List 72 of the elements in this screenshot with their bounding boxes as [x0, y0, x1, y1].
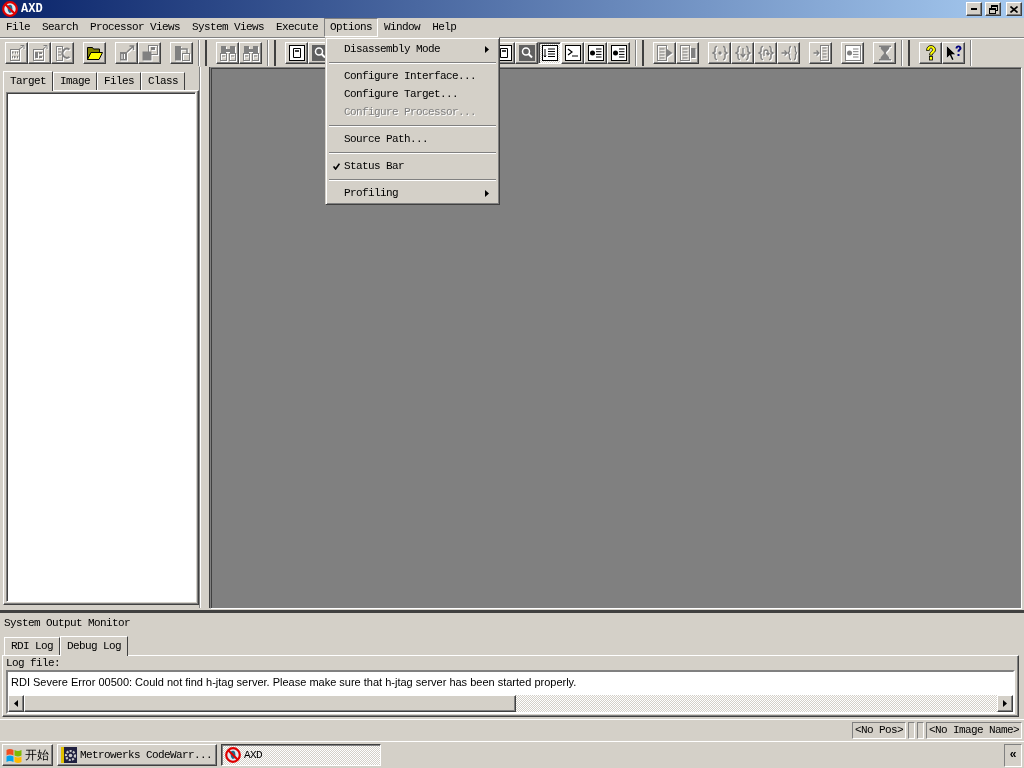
- tab[interactable]: Target: [3, 71, 53, 91]
- log-output: RDI Severe Error 00500: Could not find h-jtag server. Please make sure that h-jtag server has been started properly.: [8, 672, 1013, 695]
- binary-file-icon: [8, 44, 25, 61]
- block-arrow-icon: [118, 44, 135, 61]
- reload-icon: [54, 44, 71, 61]
- restore-button[interactable]: [985, 2, 1001, 16]
- arrow-list-icon: [812, 44, 829, 61]
- document-bar-icon: [679, 44, 696, 61]
- status-panel: <No Image Name>: [925, 722, 1022, 739]
- window-title: AXD: [21, 2, 43, 16]
- status-panel: <No Pos>: [851, 722, 906, 739]
- bullet-list-icon: [610, 44, 627, 61]
- tab[interactable]: Image: [53, 72, 98, 90]
- menu-item[interactable]: Disassembly Mode: [328, 40, 498, 58]
- menu-item[interactable]: Configure Interface...: [328, 67, 498, 85]
- taskbar-button[interactable]: Metrowerks CodeWarr...: [57, 744, 217, 766]
- minimize-button[interactable]: [966, 2, 982, 16]
- braces-arrow-icon: [734, 44, 751, 61]
- prohibition-icon: [225, 747, 241, 763]
- minimize-icon: [971, 8, 977, 10]
- menu-item[interactable]: Status Bar: [328, 157, 498, 175]
- pointer-help-icon: [945, 44, 962, 61]
- scroll-right-button[interactable]: [997, 695, 1013, 712]
- folder-icon: [86, 44, 103, 61]
- tab[interactable]: Debug Log: [60, 636, 129, 656]
- tab[interactable]: Files: [97, 72, 142, 90]
- scrollbar-thumb[interactable]: [24, 695, 517, 712]
- panel-title: System Output Monitor: [3, 616, 131, 631]
- right-arrow-icon: [1003, 700, 1007, 707]
- splitter[interactable]: [199, 67, 210, 608]
- taskbar-button[interactable]: AXD: [221, 744, 381, 766]
- start-button[interactable]: 开始: [2, 744, 53, 766]
- search-icon: [518, 44, 535, 61]
- bar-arrow-icon: [173, 44, 190, 61]
- left-arrow-icon: [14, 700, 18, 707]
- menu-bar-item[interactable]: Execute: [270, 18, 325, 37]
- binoculars-icon: [219, 44, 236, 61]
- restore-icon: [988, 4, 998, 14]
- overlapping-squares-icon: [141, 44, 158, 61]
- console-icon: [564, 44, 581, 61]
- menu-bar-item[interactable]: Help: [426, 18, 463, 37]
- frame-icon: [288, 44, 305, 61]
- menu-bar-item[interactable]: System Views: [186, 18, 271, 37]
- bullet-list-icon: [844, 44, 861, 61]
- bullet-list-icon: [587, 44, 604, 61]
- menu-bar-item[interactable]: Search: [36, 18, 85, 37]
- hourglass-icon: [876, 44, 893, 61]
- scroll-left-button[interactable]: [8, 695, 24, 712]
- tray-expand-button[interactable]: «: [1004, 743, 1022, 767]
- menu-bar-item[interactable]: Window: [378, 18, 427, 37]
- menu-item[interactable]: Source Path...: [328, 130, 498, 148]
- tab[interactable]: Class: [141, 72, 186, 90]
- menu-bar-item[interactable]: File: [0, 18, 36, 37]
- menu-bar-item[interactable]: Options: [324, 18, 379, 37]
- arrow-braces-icon: [780, 44, 797, 61]
- field-label: Log file:: [6, 657, 60, 670]
- menu-bar-item[interactable]: Processor Views: [84, 18, 187, 37]
- flag-icon: [6, 747, 22, 763]
- menu-item[interactable]: Profiling: [328, 184, 498, 202]
- close-button[interactable]: [1006, 2, 1022, 16]
- braces-loop-icon: [757, 44, 774, 61]
- braces-icon: [711, 44, 728, 61]
- menu-item[interactable]: Configure Target...: [328, 85, 498, 103]
- gear-icon: [61, 747, 77, 763]
- document-arrow-icon: [31, 44, 48, 61]
- toolbar-button[interactable]: [538, 41, 561, 64]
- prohibition-icon: [2, 1, 18, 17]
- binoculars-icon: [242, 44, 259, 61]
- close-icon: [1010, 5, 1018, 13]
- document-play-icon: [656, 44, 673, 61]
- list-icon: [541, 44, 558, 61]
- horizontal-scrollbar[interactable]: [8, 695, 1013, 712]
